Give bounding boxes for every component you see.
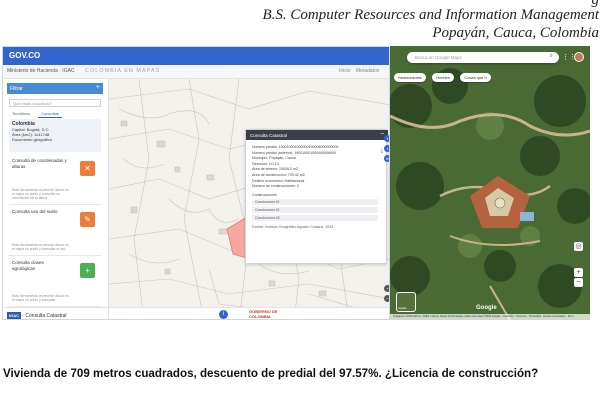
popup-source: Fuente: Instituto Geográfico Agustín Cod… — [252, 225, 334, 230]
sidebar-footer: IGAC Consulta Catastral — [3, 307, 108, 319]
layers-button[interactable]: Capas — [396, 292, 416, 312]
search-input[interactable]: Qué estás buscando? — [9, 99, 101, 107]
google-logo: Google — [476, 305, 497, 311]
info-icon[interactable]: i — [219, 310, 228, 319]
chip-restaurantes[interactable]: Restaurantes — [394, 73, 426, 82]
app-title: COLOMBIA EN MAPAS — [85, 68, 161, 74]
construccion-row[interactable]: Construcción #1 — [252, 199, 378, 206]
plus-icon[interactable]: + — [80, 263, 95, 278]
gobierno-logo: GOBIERNO DE COLOMBIA — [249, 309, 278, 319]
colombia-en-mapas-screenshot: GOV.CO Ministerio de Hacienda · IGAC COL… — [2, 46, 390, 320]
gov-co-bar: GOV.CO — [3, 47, 389, 65]
nav-link-inicio[interactable]: Inicio — [339, 68, 351, 74]
card-clases-agrologicas[interactable]: Consulta clases agrológicas Esta herrami… — [9, 257, 101, 307]
construcciones-label: Construcciones — [252, 192, 277, 197]
card-desc: Esta herramienta te permite ubicar en el… — [12, 294, 69, 302]
card-uso-suelo[interactable]: Consulta uso del suelo Esta herramienta … — [9, 206, 101, 256]
gov-co-logo[interactable]: GOV.CO — [9, 51, 40, 60]
tab-tematicos[interactable]: Temáticos — [9, 110, 33, 117]
app-bar: Ministerio de Hacienda · IGAC COLOMBIA E… — [3, 65, 389, 79]
consulta-catastral-popup: Consulta Catastral – ⤓ Número predial: 1… — [245, 129, 388, 264]
nav-link-metadatos[interactable]: Metadatos — [356, 68, 379, 74]
popup-line: Número de construcciones: 3 — [252, 184, 299, 189]
plus-icon[interactable]: + — [96, 84, 100, 91]
header-line-3: Popayán, Cauca, Colombia — [432, 25, 599, 41]
sidebar-header[interactable]: Filtrar + — [7, 83, 103, 94]
tab-consultas[interactable]: Consultas — [38, 110, 62, 118]
search-icon[interactable]: ⌕ — [550, 53, 553, 60]
card-desc: Esta herramienta te permite ubicar en el… — [12, 188, 69, 200]
chip-cosas-que-hacer[interactable]: Cosas que h — [460, 73, 491, 82]
pen-icon[interactable]: ✎ — [80, 212, 95, 227]
construccion-row[interactable]: Construcción #2 — [252, 207, 378, 214]
sidebar-header-label: Filtrar — [10, 86, 23, 92]
sidebar-tabs: Temáticos Consultas — [9, 110, 66, 118]
slide: g B.S. Computer Resources and Informatio… — [0, 0, 611, 405]
crosshair-icon[interactable]: ✕ — [80, 161, 95, 176]
category-chips: Restaurantes Hoteles Cosas que h — [394, 66, 493, 84]
avatar[interactable] — [574, 52, 584, 62]
sidebar: Filtrar + Qué estás buscando? Temáticos … — [3, 79, 109, 319]
layers-label: Capas — [398, 306, 407, 310]
maps-search-placeholder: Busca en Google Maps — [415, 55, 462, 60]
colombia-info-box[interactable]: Colombia Capital: Bogotá, D.C. Área (km2… — [9, 119, 101, 152]
card-title: Consulta uso del suelo — [12, 209, 58, 214]
caption: Vivienda de 709 metros cuadrados, descue… — [3, 367, 539, 380]
card-desc: Esta herramienta te permite ubicar en el… — [12, 243, 69, 251]
colombia-doc: Documento geográfico — [12, 137, 53, 142]
location-icon[interactable]: ◎ — [574, 242, 583, 251]
construccion-row[interactable]: Construcción #3 — [252, 215, 378, 222]
card-coordenadas[interactable]: Consulta de coordenadas y alturas Esta h… — [9, 155, 101, 205]
igac-logo: IGAC — [7, 312, 21, 319]
google-maps-screenshot: Busca en Google Maps ⌕ ⋮⋮ Restaurantes H… — [390, 46, 590, 320]
zoom-out-button[interactable]: − — [574, 278, 583, 287]
satellite-imagery[interactable] — [390, 46, 590, 320]
map-attribution: Imágenes ©2024 Airbus, CNES / Airbus, Ma… — [390, 314, 590, 320]
footer-label: Consulta Catastral — [25, 313, 67, 319]
popup-body: Número predial: 190010001000000490006000… — [252, 145, 380, 231]
header-line-2: B.S. Computer Resources and Information … — [262, 7, 599, 23]
chip-hoteles[interactable]: Hoteles — [432, 73, 454, 82]
brand-logos[interactable]: Ministerio de Hacienda · IGAC — [7, 68, 75, 74]
popup-title: Consulta Catastral — [250, 132, 288, 138]
zoom-in-button[interactable]: + — [574, 268, 583, 277]
card-title: Consulta clases agrológicas — [12, 260, 44, 271]
card-title: Consulta de coordenadas y alturas — [12, 158, 67, 169]
bottom-bar: i GOBIERNO DE COLOMBIA — [109, 307, 389, 319]
popup-header: Consulta Catastral – — [246, 130, 388, 140]
maps-search-input[interactable]: Busca en Google Maps ⌕ — [407, 52, 559, 63]
download-icon[interactable]: ⤓ — [381, 148, 383, 154]
